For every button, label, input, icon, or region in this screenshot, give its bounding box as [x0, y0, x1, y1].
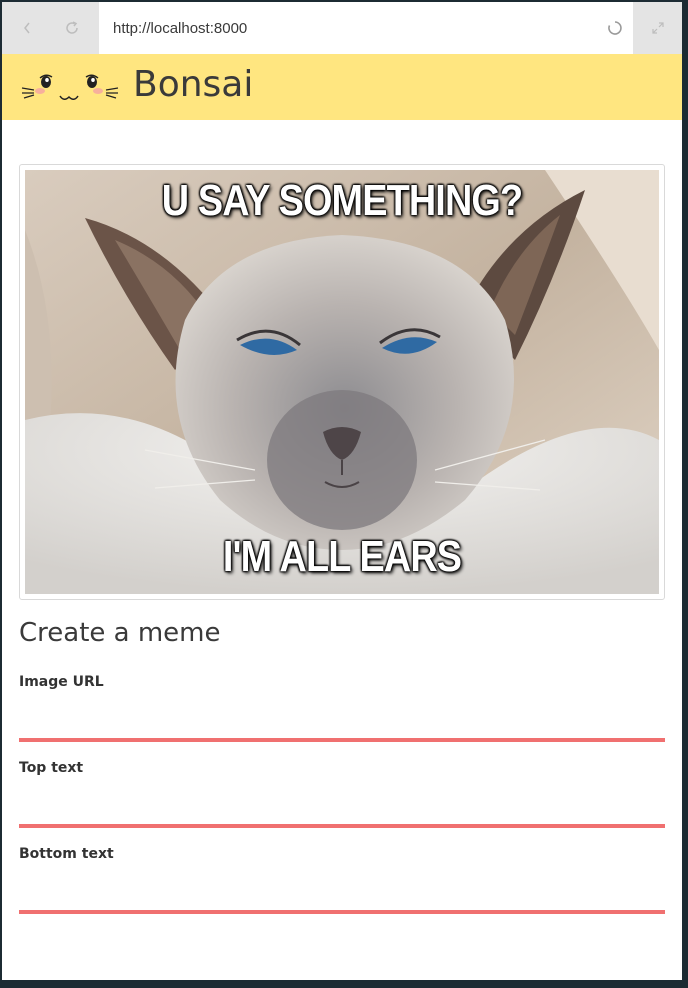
meme-image: U SAY SOMETHING? I'M ALL EARS [25, 170, 659, 594]
spinner-icon [608, 21, 622, 35]
expand-button[interactable] [642, 12, 674, 44]
top-text-input[interactable] [19, 794, 665, 828]
reload-icon [66, 21, 78, 34]
image-url-label: Image URL [19, 674, 104, 690]
chevron-left-icon [24, 22, 30, 34]
top-text-label: Top text [19, 760, 84, 776]
browser-window: http://localhost:8000 Bonsai U SAY SOMET… [2, 2, 682, 980]
cat-photo [25, 170, 659, 594]
app-header: Bonsai [2, 54, 682, 120]
window-border [0, 980, 688, 988]
bottom-text-label: Bottom text [19, 846, 114, 862]
browser-toolbar: http://localhost:8000 [2, 2, 682, 54]
image-url-input[interactable] [19, 708, 665, 742]
url-text: http://localhost:8000 [113, 19, 248, 37]
meme-bottom-text: I'M ALL EARS [222, 532, 462, 581]
meme-top-text: U SAY SOMETHING? [161, 176, 523, 225]
reload-button[interactable] [57, 12, 87, 44]
bottom-text-input[interactable] [19, 880, 665, 914]
expand-icon [652, 22, 664, 34]
back-button[interactable] [12, 12, 42, 44]
cat-face-icon [21, 74, 119, 100]
meme-preview: U SAY SOMETHING? I'M ALL EARS [19, 164, 665, 600]
address-bar[interactable]: http://localhost:8000 [99, 2, 633, 54]
app-title: Bonsai [133, 64, 254, 105]
form-title: Create a meme [19, 618, 221, 648]
